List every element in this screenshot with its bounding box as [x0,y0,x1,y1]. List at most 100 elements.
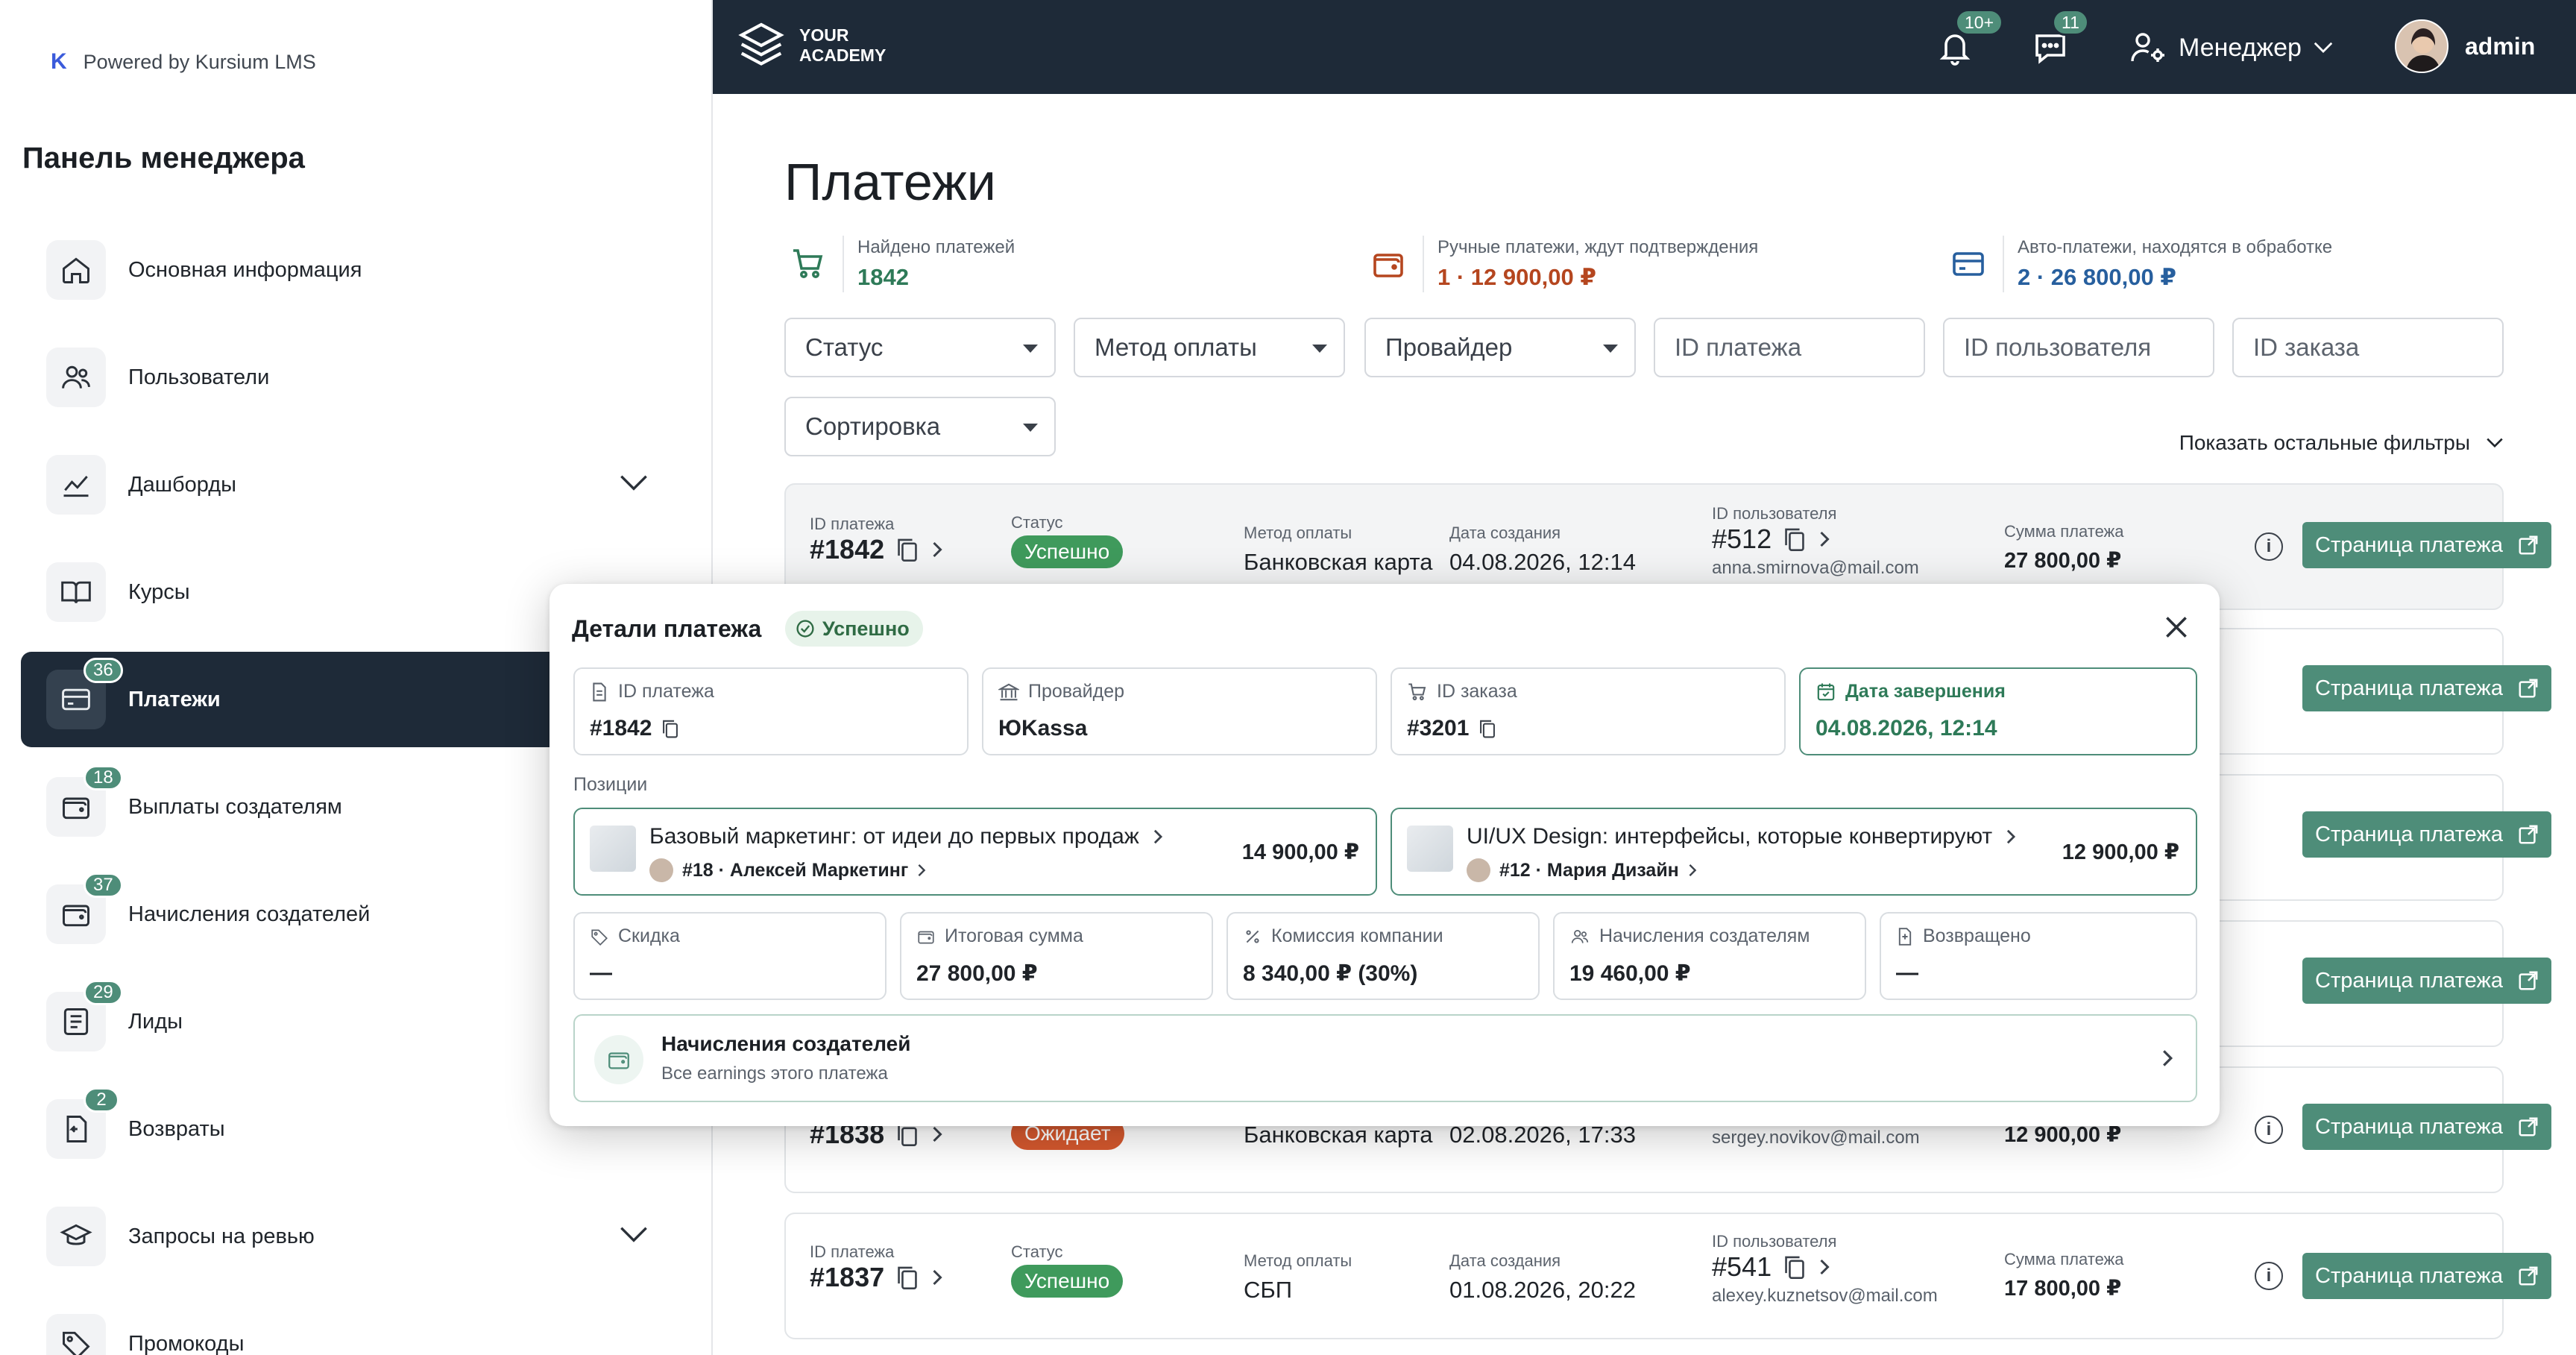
close-icon[interactable] [2163,614,2190,641]
sidebar-item-label: Запросы на ревью [128,1224,315,1248]
user-email: sergey.novikov@mail.com [1712,1128,1920,1148]
stat-value: 2 · 26 800,00 ₽ [2018,264,2176,290]
chevron-right-icon[interactable] [1153,829,1163,845]
external-link-icon [2519,1266,2538,1286]
order-id-input[interactable]: ID заказа [2232,318,2504,377]
brand-line-2: ACADEMY [799,45,887,65]
payments-count-badge: 36 [84,658,123,683]
stat-value: 1 · 12 900,00 ₽ [1437,264,1596,290]
chevron-right-icon[interactable] [917,863,926,878]
payment-page-button[interactable]: Страница платежа [2302,1253,2551,1299]
earnings-title: Начисления создателей [661,1032,911,1055]
user-email: alexey.kuznetsov@mail.com [1712,1286,1938,1306]
copy-icon[interactable] [1478,718,1497,739]
bank-icon [998,683,1019,700]
payment-id: #1837 [810,1262,885,1292]
user-id: #512 [1712,524,1772,554]
refunded-card: Возвращено — [1880,912,2197,1000]
stat-label: Найдено платежей [857,237,1015,257]
order-id: #3201 [1407,716,1470,741]
payment-page-button[interactable]: Страница платежа [2302,1104,2551,1150]
sidebar-item-promocodes[interactable]: Промокоды [21,1296,692,1355]
course-thumbnail [590,826,636,872]
position-item[interactable]: UI/UX Design: интерфейсы, которые конвер… [1391,808,2197,896]
info-icon[interactable]: i [2255,532,2283,561]
brand-logo[interactable]: YOUR ACADEMY [735,19,886,72]
position-price: 12 900,00 ₽ [2062,840,2179,864]
payment-method-select[interactable]: Метод оплаты [1074,318,1345,377]
sort-select[interactable]: Сортировка [784,397,1056,456]
sidebar-item-users[interactable]: Пользователи [21,330,692,425]
external-link-icon [2519,971,2538,990]
topbar: YOUR ACADEMY 10+ 11 Менеджер admin [713,0,2576,94]
payment-page-button[interactable]: Страница платежа [2302,958,2551,1004]
chevron-right-icon[interactable] [930,1268,944,1286]
status-select[interactable]: Статус [784,318,1056,377]
payment-page-button[interactable]: Страница платежа [2302,522,2551,568]
copy-icon[interactable] [895,1264,920,1291]
copy-icon[interactable] [895,536,920,563]
role-switcher[interactable]: Менеджер [2129,30,2334,66]
position-item[interactable]: Базовый маркетинг: от идеи до первых про… [573,808,1377,896]
info-icon[interactable]: i [2255,1116,2283,1144]
user-id-input[interactable]: ID пользователя [1943,318,2214,377]
payment-id-input[interactable]: ID платежа [1654,318,1925,377]
chevron-right-icon[interactable] [1688,863,1697,878]
show-more-filters-button[interactable]: Показать остальные фильтры [2179,431,2504,455]
chevron-right-icon[interactable] [1818,530,1831,548]
author-avatar [1467,858,1490,882]
total-sum-value: 27 800,00 ₽ [916,961,1038,986]
users-icon [46,348,106,407]
leads-count-badge: 29 [84,980,123,1005]
status-badge: Успешно [785,611,923,647]
provider-select[interactable]: Провайдер [1364,318,1636,377]
payment-page-button[interactable]: Страница платежа [2302,811,2551,858]
completion-date-card: Дата завершения 04.08.2026, 12:14 [1799,667,2197,755]
document-icon [1898,927,1912,946]
chevron-down-icon[interactable] [619,1223,649,1245]
chevron-down-icon[interactable] [619,471,649,494]
brand-line-1: YOUR [799,25,849,45]
info-icon[interactable]: i [2255,1262,2283,1290]
sidebar-item-dashboards[interactable]: Дашборды [21,437,692,532]
payouts-count-badge: 18 [84,765,123,790]
status-badge: Успешно [1011,1265,1124,1298]
sidebar-item-main-info[interactable]: Основная информация [21,222,692,318]
external-link-icon [2519,535,2538,555]
discount-card: Скидка — [573,912,887,1000]
copy-icon[interactable] [1782,1254,1807,1280]
sidebar-item-review-requests[interactable]: Запросы на ревью [21,1189,692,1284]
tag-icon [591,928,608,946]
creator-earnings-link[interactable]: Начисления создателей Все earnings этого… [573,1014,2197,1102]
payment-method: СБП [1244,1277,1293,1303]
powered-by: K Powered by Kursium LMS [51,49,316,75]
external-link-icon [2519,679,2538,698]
chevron-right-icon[interactable] [2006,829,2016,845]
copy-icon[interactable] [661,718,680,739]
chevron-right-icon[interactable] [1818,1258,1831,1276]
avatar [2395,19,2449,73]
commission-card: Комиссия компании 8 340,00 ₽ (30%) [1226,912,1540,1000]
payment-row[interactable]: ID платежа #1837 Статус Успешно Метод оп… [784,1213,2551,1339]
external-link-icon [2519,825,2538,844]
status-badge: Успешно [1011,535,1124,568]
sidebar-item-label: Начисления создателей [128,902,371,926]
page-title: Платежи [784,153,996,211]
chevron-right-icon[interactable] [930,1125,944,1143]
stat-label: Ручные платежи, ждут подтверждения [1437,237,1759,257]
cart-icon [793,249,823,278]
payment-id-card: ID платежа #1842 [573,667,969,755]
sidebar-item-label: Промокоды [128,1331,245,1355]
sidebar-item-label: Платежи [128,687,221,711]
created-date: 04.08.2026, 12:14 [1449,549,1636,575]
copy-icon[interactable] [1782,526,1807,553]
creator-accruals-value: 19 460,00 ₽ [1569,961,1691,986]
messages-button[interactable]: 11 [2031,9,2089,71]
home-icon [46,240,106,300]
user-menu[interactable]: admin [2395,19,2535,73]
payment-page-button[interactable]: Страница платежа [2302,665,2551,711]
payment-sum: 17 800,00 ₽ [2004,1277,2122,1301]
payment-method: Банковская карта [1244,549,1433,575]
chevron-right-icon[interactable] [930,541,944,559]
notifications-button[interactable]: 10+ [1937,9,2004,71]
